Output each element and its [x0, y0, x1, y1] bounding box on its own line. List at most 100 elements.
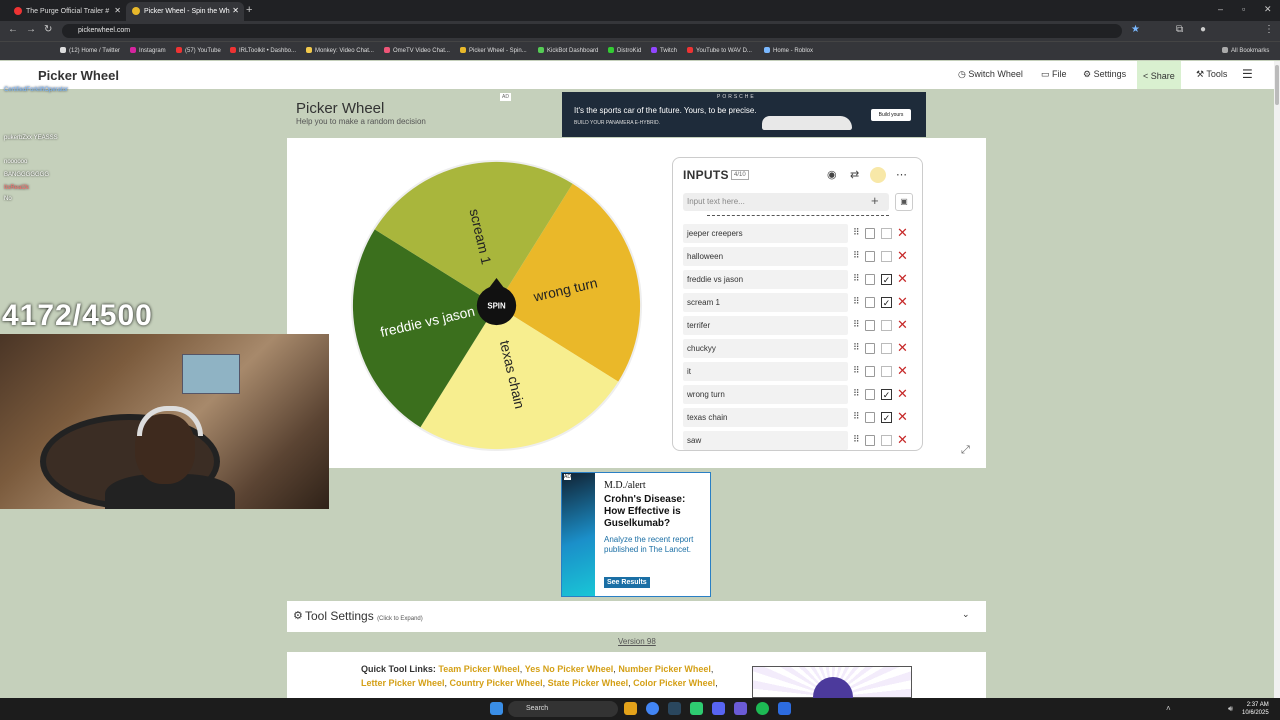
- promo-image[interactable]: [752, 666, 912, 717]
- start-icon[interactable]: [490, 702, 503, 715]
- delete-icon[interactable]: ✕: [897, 340, 908, 356]
- input-item-label[interactable]: wrong turn: [687, 390, 725, 399]
- delete-icon[interactable]: ✕: [897, 409, 908, 425]
- url-field[interactable]: pickerwheel.com: [62, 24, 1122, 38]
- drag-handle-icon[interactable]: ⠿: [853, 411, 860, 422]
- settings-button[interactable]: ⚙ Settings: [1083, 69, 1126, 80]
- tray-chevron-icon[interactable]: ˄: [1166, 704, 1171, 713]
- quick-link[interactable]: Country Picker Wheel: [450, 678, 543, 688]
- porsche-ad[interactable]: PORSCHE It's the sports car of the futur…: [562, 92, 926, 137]
- input-item-label[interactable]: saw: [687, 436, 701, 445]
- see-results-button[interactable]: See Results: [604, 577, 650, 588]
- duplicate-icon[interactable]: [865, 228, 875, 239]
- bookmark-item[interactable]: Monkey: Video Chat...: [306, 47, 374, 54]
- tool-settings-bar[interactable]: ⚙ Tool Settings (Click to Expand) ⌄: [287, 601, 986, 632]
- bookmark-item[interactable]: Twitch: [651, 47, 677, 54]
- fullscreen-icon[interactable]: ⤢: [961, 444, 970, 457]
- item-checkbox[interactable]: ✓: [881, 389, 892, 400]
- text-input[interactable]: Input text here...: [683, 193, 889, 211]
- duplicate-icon[interactable]: [865, 274, 875, 285]
- input-item[interactable]: texas chain ⠿ ✓ ✕: [683, 408, 916, 427]
- item-checkbox[interactable]: [881, 228, 892, 239]
- input-item-label[interactable]: halloween: [687, 252, 723, 261]
- ad-cta-button[interactable]: Build yours: [871, 109, 911, 121]
- eye-icon[interactable]: ◉: [827, 168, 837, 181]
- duplicate-icon[interactable]: [865, 412, 875, 423]
- duplicate-icon[interactable]: [865, 251, 875, 262]
- quick-link[interactable]: Color Picker Wheel: [633, 678, 715, 688]
- minimize-icon[interactable]: –: [1218, 4, 1223, 14]
- quick-link[interactable]: Team Picker Wheel: [438, 664, 519, 674]
- drag-handle-icon[interactable]: ⠿: [853, 365, 860, 376]
- spotify-icon[interactable]: [756, 702, 769, 715]
- duplicate-icon[interactable]: [865, 435, 875, 446]
- tools-button[interactable]: ⚒ Tools: [1196, 69, 1227, 80]
- chevron-down-icon[interactable]: ⌄: [962, 609, 970, 620]
- item-checkbox[interactable]: ✓: [881, 412, 892, 423]
- input-item[interactable]: wrong turn ⠿ ✓ ✕: [683, 385, 916, 404]
- version-link[interactable]: Version 98: [618, 637, 656, 646]
- delete-icon[interactable]: ✕: [897, 317, 908, 333]
- input-item-label[interactable]: it: [687, 367, 691, 376]
- share-button[interactable]: < Share: [1137, 61, 1181, 89]
- file-button[interactable]: ▭ File: [1041, 69, 1067, 80]
- input-item[interactable]: chuckyy ⠿ ✕: [683, 339, 916, 358]
- input-item[interactable]: jeeper creepers ⠿ ✕: [683, 224, 916, 243]
- duplicate-icon[interactable]: [865, 389, 875, 400]
- drag-handle-icon[interactable]: ⠿: [853, 388, 860, 399]
- extensions-icon[interactable]: ⧉: [1176, 24, 1183, 35]
- delete-icon[interactable]: ✕: [897, 363, 908, 379]
- item-checkbox[interactable]: ✓: [881, 274, 892, 285]
- tab-purge-trailer[interactable]: The Purge Official Trailer # ✕: [8, 2, 126, 21]
- input-item[interactable]: saw ⠿ ✕: [683, 431, 916, 450]
- drag-handle-icon[interactable]: ⠿: [853, 273, 860, 284]
- quick-link[interactable]: Letter Picker Wheel: [361, 678, 445, 688]
- input-item-label[interactable]: terrifer: [687, 321, 710, 330]
- maximize-icon[interactable]: ▫: [1242, 4, 1245, 14]
- shuffle-icon[interactable]: ⇄: [850, 168, 859, 181]
- volume-icon[interactable]: 🔊︎: [1228, 704, 1233, 714]
- bookmark-star-icon[interactable]: ★: [1131, 24, 1140, 35]
- close-icon[interactable]: ✕: [232, 6, 239, 15]
- drag-handle-icon[interactable]: ⠿: [853, 342, 860, 353]
- delete-icon[interactable]: ✕: [897, 225, 908, 241]
- close-window-icon[interactable]: ✕: [1264, 4, 1272, 15]
- spin-button[interactable]: SPIN: [487, 301, 506, 310]
- item-checkbox[interactable]: [881, 251, 892, 262]
- item-checkbox[interactable]: [881, 343, 892, 354]
- quick-link[interactable]: Number Picker Wheel: [618, 664, 711, 674]
- duplicate-icon[interactable]: [865, 366, 875, 377]
- input-item-label[interactable]: scream 1: [687, 298, 720, 307]
- bookmark-item[interactable]: Home - Roblox: [764, 47, 813, 54]
- delete-icon[interactable]: ✕: [897, 248, 908, 264]
- more-options-icon[interactable]: ⋯: [896, 168, 907, 181]
- chrome-icon[interactable]: [646, 702, 659, 715]
- input-item-label[interactable]: jeeper creepers: [687, 229, 743, 238]
- quick-link[interactable]: State Picker Wheel: [548, 678, 629, 688]
- drag-handle-icon[interactable]: ⠿: [853, 434, 860, 445]
- profile-icon[interactable]: ●: [1200, 24, 1206, 35]
- clock[interactable]: 2:37 AM 10/6/2025: [1242, 701, 1269, 717]
- image-upload-icon[interactable]: ▣: [895, 193, 913, 211]
- duplicate-icon[interactable]: [865, 297, 875, 308]
- delete-icon[interactable]: ✕: [897, 432, 908, 448]
- switch-wheel-button[interactable]: ◷ Switch Wheel: [958, 69, 1023, 80]
- input-item[interactable]: halloween ⠿ ✕: [683, 247, 916, 266]
- bookmark-item[interactable]: KickBot Dashboard: [538, 47, 598, 54]
- add-icon[interactable]: +: [871, 193, 879, 208]
- drag-handle-icon[interactable]: ⠿: [853, 250, 860, 261]
- quick-link[interactable]: Yes No Picker Wheel: [525, 664, 614, 674]
- input-item[interactable]: freddie vs jason ⠿ ✓ ✕: [683, 270, 916, 289]
- new-tab-button[interactable]: +: [246, 4, 252, 16]
- scrollbar-thumb[interactable]: [1275, 65, 1279, 105]
- duplicate-icon[interactable]: [865, 343, 875, 354]
- item-checkbox[interactable]: [881, 320, 892, 331]
- delete-icon[interactable]: ✕: [897, 294, 908, 310]
- all-bookmarks[interactable]: All Bookmarks: [1222, 47, 1269, 54]
- medical-ad[interactable]: AD M.D./alert Crohn's Disease: How Effec…: [561, 472, 711, 597]
- item-checkbox[interactable]: [881, 366, 892, 377]
- steam-icon[interactable]: [668, 702, 681, 715]
- input-item-label[interactable]: texas chain: [687, 413, 727, 422]
- input-item[interactable]: terrifer ⠿ ✕: [683, 316, 916, 335]
- drag-handle-icon[interactable]: ⠿: [853, 319, 860, 330]
